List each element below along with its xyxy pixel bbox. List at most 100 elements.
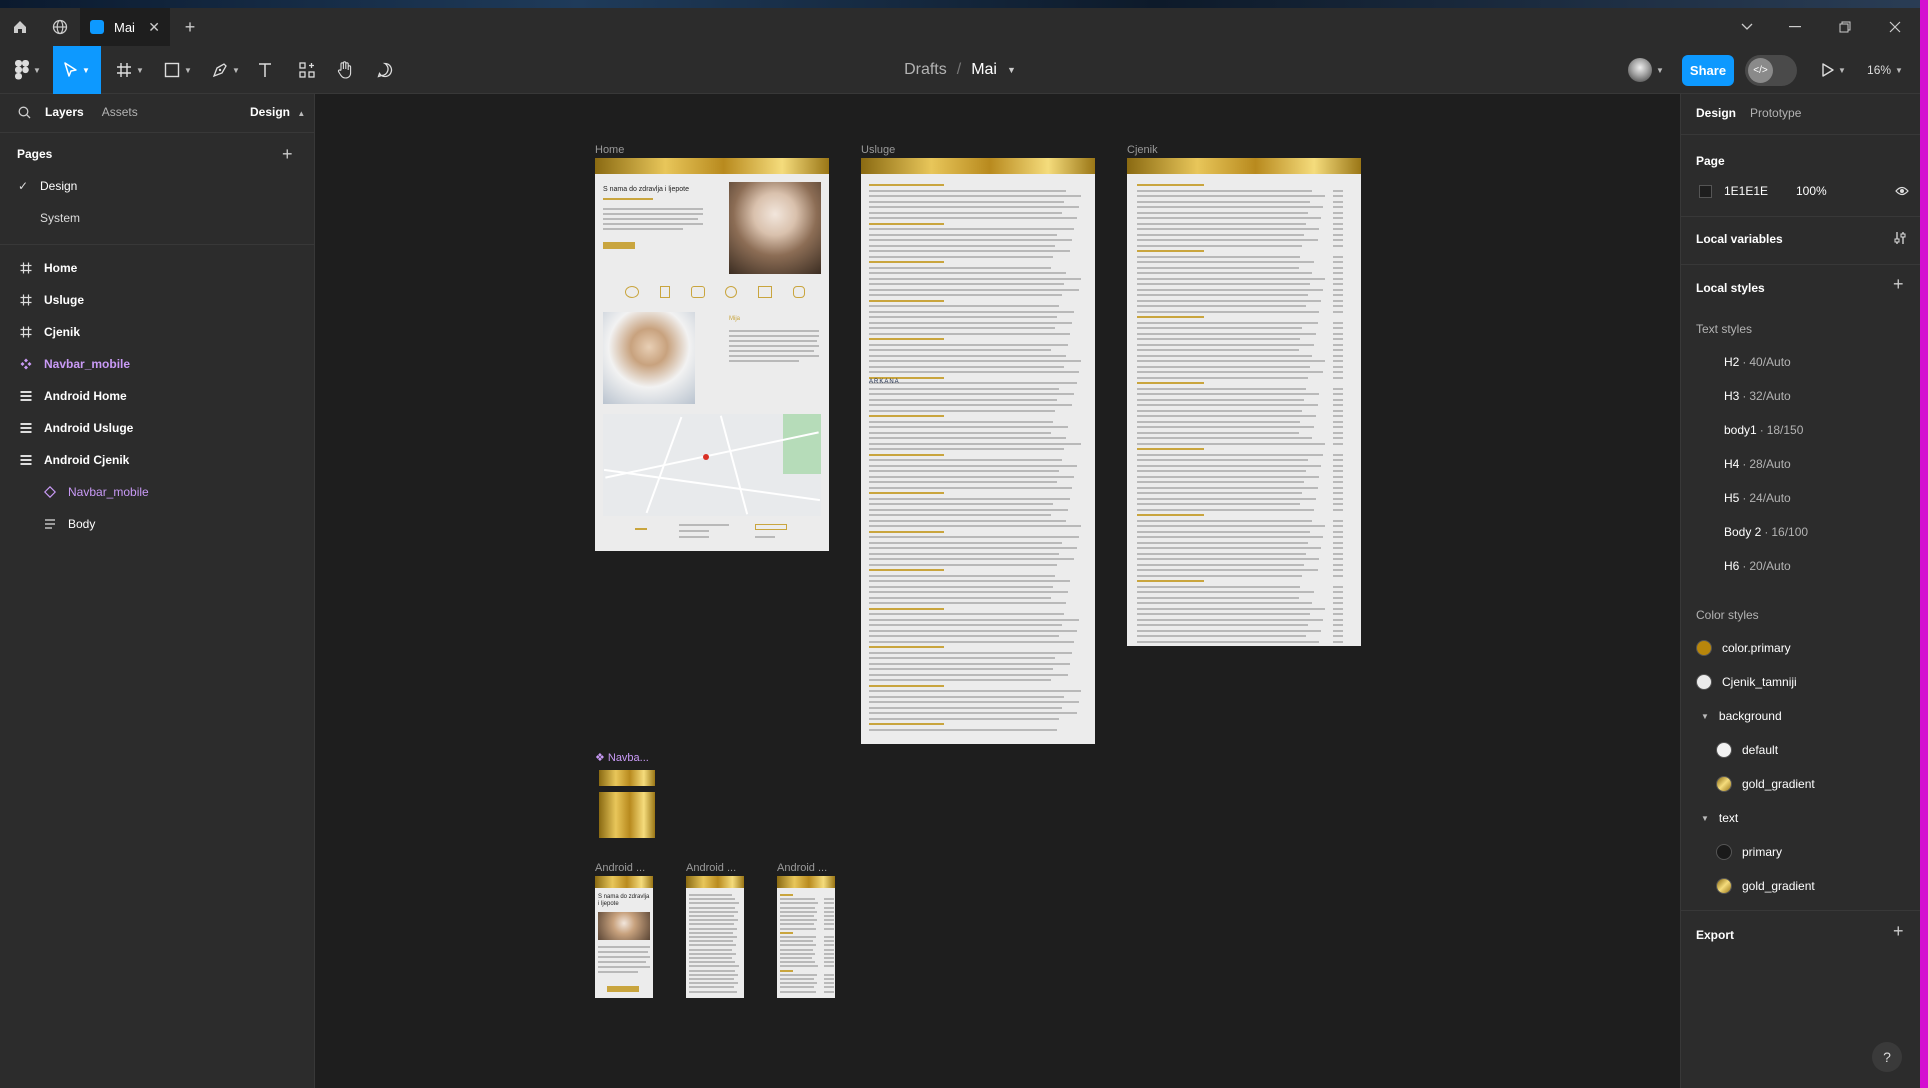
text-line xyxy=(689,952,736,955)
home-icon[interactable] xyxy=(0,8,40,46)
text-line xyxy=(1137,244,1303,247)
layer-item[interactable]: Navbar_mobile xyxy=(0,476,314,508)
text-style-spec: 20/Auto xyxy=(1749,559,1791,573)
frame-label-android-home[interactable]: Android ... xyxy=(595,862,645,874)
frame-label-navbar[interactable]: ❖ Navba... xyxy=(595,751,649,764)
text-style-item[interactable]: H3 · 32/Auto xyxy=(1696,386,1791,406)
close-tab-icon[interactable]: ✕ xyxy=(148,19,160,36)
text-line xyxy=(869,492,944,494)
text-line xyxy=(1137,233,1305,236)
comment-tool-button[interactable] xyxy=(374,52,396,88)
zoom-dropdown[interactable]: 16% ▼ xyxy=(1860,52,1910,88)
add-export-icon[interactable]: + xyxy=(1893,921,1904,942)
price-line xyxy=(1333,195,1343,197)
restore-icon[interactable] xyxy=(1820,8,1870,46)
color-style-item[interactable]: color.primary xyxy=(1696,638,1791,658)
community-globe-icon[interactable] xyxy=(40,8,80,46)
tab-layers[interactable]: Layers xyxy=(45,105,84,119)
tab-prototype[interactable]: Prototype xyxy=(1750,106,1801,120)
layer-item[interactable]: Usluge xyxy=(0,284,314,316)
dev-mode-toggle[interactable]: </> xyxy=(1745,55,1797,86)
add-page-icon[interactable]: + xyxy=(282,144,293,165)
page-item-design[interactable]: ✓ Design xyxy=(0,170,314,202)
color-style-group[interactable]: ▼ background xyxy=(1701,706,1782,726)
frame-android-home[interactable]: S nama do zdravlja i ljepote xyxy=(595,876,653,998)
text-style-item[interactable]: H4 · 28/Auto xyxy=(1696,454,1791,474)
share-button[interactable]: Share xyxy=(1682,55,1734,86)
resources-tool-button[interactable] xyxy=(296,52,318,88)
color-style-item[interactable]: default xyxy=(1716,740,1778,760)
page-color-value[interactable]: 1E1E1E xyxy=(1724,184,1796,198)
layer-item[interactable]: Cjenik xyxy=(0,316,314,348)
frame-label-home[interactable]: Home xyxy=(595,144,624,156)
layer-item[interactable]: Android Home xyxy=(0,380,314,412)
tab-design[interactable]: Design xyxy=(1696,106,1736,120)
variables-settings-icon[interactable] xyxy=(1893,231,1907,245)
local-variables-title[interactable]: Local variables xyxy=(1696,232,1783,246)
main-menu-button[interactable]: ▼ xyxy=(12,52,44,88)
text-line xyxy=(1137,475,1320,478)
frame-label-cjenik[interactable]: Cjenik xyxy=(1127,144,1158,156)
page-background-row[interactable]: 1E1E1E 100% xyxy=(1699,183,1909,199)
frame-android-usluge[interactable] xyxy=(686,876,744,998)
pen-tool-button[interactable]: ▼ xyxy=(208,52,244,88)
breadcrumb-drafts[interactable]: Drafts xyxy=(904,61,947,79)
text-line xyxy=(869,222,944,225)
text-style-item[interactable]: H2 · 40/Auto xyxy=(1696,352,1791,372)
move-tool-button[interactable]: ▼ xyxy=(53,46,101,94)
multiplayer-avatar-button[interactable]: ▼ xyxy=(1622,52,1670,88)
mode-switch[interactable]: Design ▲ xyxy=(250,105,305,119)
text-line xyxy=(780,990,817,993)
frame-label-usluge[interactable]: Usluge xyxy=(861,144,895,156)
page-opacity-value[interactable]: 100% xyxy=(1796,184,1827,198)
color-style-item[interactable]: gold_gradient xyxy=(1716,774,1815,794)
close-window-icon[interactable] xyxy=(1870,8,1920,46)
text-style-item[interactable]: H6 · 20/Auto xyxy=(1696,556,1791,576)
color-style-item[interactable]: gold_gradient xyxy=(1716,876,1815,896)
frame-home[interactable]: S namа do zdravlja i ljepote Mija xyxy=(595,158,829,551)
price-line xyxy=(824,948,834,951)
add-style-icon[interactable]: + xyxy=(1893,274,1904,295)
hand-tool-button[interactable] xyxy=(334,52,356,88)
new-tab-icon[interactable]: + xyxy=(170,8,210,46)
layer-item[interactable]: Android Usluge xyxy=(0,412,314,444)
layer-item[interactable]: Body xyxy=(0,508,314,540)
page-color-swatch[interactable] xyxy=(1699,184,1712,198)
text-style-item[interactable]: H5 · 24/Auto xyxy=(1696,488,1791,508)
shape-tool-button[interactable]: ▼ xyxy=(160,52,196,88)
color-style-item[interactable]: primary xyxy=(1716,842,1782,862)
layer-item[interactable]: Navbar_mobile xyxy=(0,348,314,380)
frame-android-cjenik[interactable] xyxy=(777,876,835,998)
eye-icon[interactable] xyxy=(1895,186,1909,196)
minimize-icon[interactable] xyxy=(1770,8,1820,46)
text-line xyxy=(780,919,817,922)
search-icon[interactable] xyxy=(18,106,31,119)
component-icon: ❖ xyxy=(595,752,605,764)
frame-label-android-usluge[interactable]: Android ... xyxy=(686,862,736,874)
color-style-group[interactable]: ▼ text xyxy=(1701,808,1738,828)
tab-assets[interactable]: Assets xyxy=(102,105,138,119)
tab-file-mai[interactable]: Mai ✕ xyxy=(80,8,170,46)
component-navbar-mobile[interactable] xyxy=(597,768,657,840)
layer-item[interactable]: Android Cjenik xyxy=(0,444,314,476)
color-style-item[interactable]: Cjenik_tamniji xyxy=(1696,672,1797,692)
navbar-gold-gradient xyxy=(595,876,653,888)
tabs-dropdown-icon[interactable] xyxy=(1722,8,1772,46)
frame-label-android-cjenik[interactable]: Android ... xyxy=(777,862,827,874)
text-style-item[interactable]: Body 2 · 16/100 xyxy=(1696,522,1808,542)
layer-item[interactable]: Home xyxy=(0,252,314,284)
breadcrumb-file[interactable]: Mai xyxy=(971,61,997,79)
page-item-system[interactable]: System xyxy=(0,202,314,234)
canvas[interactable]: Home S namа do zdravlja i ljepote Mija U… xyxy=(315,94,1680,1088)
text-tool-button[interactable] xyxy=(254,52,276,88)
file-menu-chevron-icon[interactable]: ▼ xyxy=(1007,65,1016,75)
present-button[interactable]: ▼ xyxy=(1818,52,1850,88)
price-line xyxy=(1333,618,1343,621)
frame-usluge[interactable]: ARKANA xyxy=(861,158,1095,744)
price-line xyxy=(1333,437,1343,439)
text-style-item[interactable]: body1 · 18/150 xyxy=(1696,420,1803,440)
navbar-collapsed xyxy=(599,770,655,786)
frame-tool-button[interactable]: ▼ xyxy=(112,52,148,88)
frame-cjenik[interactable] xyxy=(1127,158,1361,646)
help-button[interactable]: ? xyxy=(1872,1042,1902,1072)
